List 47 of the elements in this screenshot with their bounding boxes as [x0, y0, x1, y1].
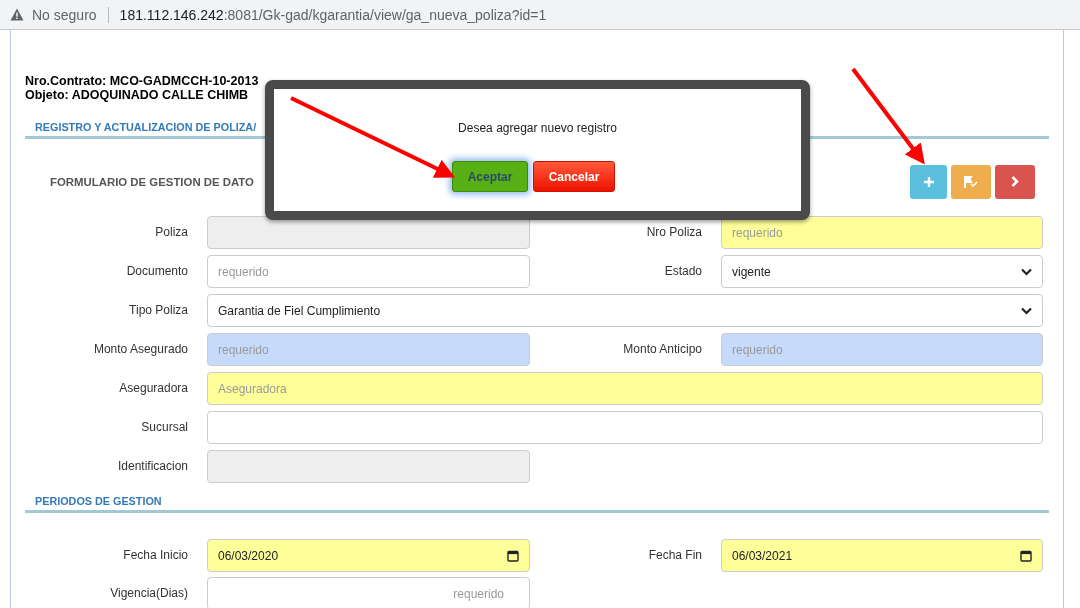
field-label: Monto Asegurado	[92, 341, 188, 358]
section-title: PERIODOS DE GESTION	[35, 495, 162, 507]
add-button[interactable]	[910, 164, 947, 199]
calendar-icon	[507, 549, 519, 562]
input-field[interactable]: Aseguradora	[207, 372, 1043, 405]
input-field[interactable]: requerido	[207, 255, 530, 288]
select-field[interactable]: vigente	[721, 255, 1043, 288]
field-label: Vigencia(Dias)	[109, 585, 188, 602]
chevron-down-icon	[1021, 267, 1032, 276]
chevron-down-icon	[1021, 306, 1032, 315]
field-label: Documento	[125, 263, 188, 280]
flag-check-icon	[964, 175, 978, 188]
input-field[interactable]	[207, 411, 1043, 444]
field-label: Fecha Fin	[647, 547, 702, 564]
input-field[interactable]	[207, 216, 530, 249]
date-field[interactable]: 06/03/2021	[721, 539, 1043, 572]
save-button[interactable]	[951, 164, 991, 199]
security-label: No seguro	[32, 6, 97, 23]
url-text: 181.112.146.242:8081/Gk-gad/kgarantia/view/ga_nueva_poliza?id=1	[119, 6, 547, 23]
cancel-button[interactable]: Cancelar	[533, 161, 615, 192]
plus-icon	[923, 176, 934, 187]
contract-object: Objeto: ADOQUINADO CALLE CHIMB	[25, 88, 250, 102]
section-title: REGISTRO Y ACTUALIZACION DE POLIZA/	[35, 121, 257, 133]
input-field[interactable]: requerido	[721, 333, 1043, 366]
calendar-icon	[1020, 549, 1032, 562]
select-field[interactable]: Garantia de Fiel Cumplimiento	[207, 294, 1043, 327]
warning-icon	[10, 8, 24, 21]
form-title: FORMULARIO DE GESTION DE DATO	[50, 175, 254, 188]
field-label: Identificacion	[116, 458, 188, 475]
address-bar[interactable]: No seguro 181.112.146.242:8081/Gk-gad/kgarantia/view/ga_nueva_poliza?id=1	[0, 0, 1080, 30]
field-label: Aseguradora	[118, 380, 188, 397]
chevron-right-icon	[1011, 176, 1019, 187]
next-button[interactable]	[995, 164, 1035, 199]
field-label: Fecha Inicio	[122, 547, 188, 564]
field-label: Tipo Poliza	[128, 302, 188, 319]
dialog-message: Desea agregar nuevo registro	[457, 121, 618, 135]
field-label: Monto Anticipo	[622, 341, 702, 358]
field-label: Nro Poliza	[645, 224, 702, 241]
input-field[interactable]	[207, 450, 530, 483]
input-field[interactable]: requerido	[207, 333, 530, 366]
field-label: Estado	[663, 263, 702, 280]
input-field[interactable]: requerido	[721, 216, 1043, 249]
contract-number: Nro.Contrato: MCO-GADMCCH-10-2013	[25, 74, 260, 88]
field-label: Poliza	[154, 224, 188, 241]
input-field[interactable]: requerido	[207, 577, 530, 608]
date-field[interactable]: 06/03/2020	[207, 539, 530, 572]
field-label: Sucursal	[140, 419, 188, 436]
